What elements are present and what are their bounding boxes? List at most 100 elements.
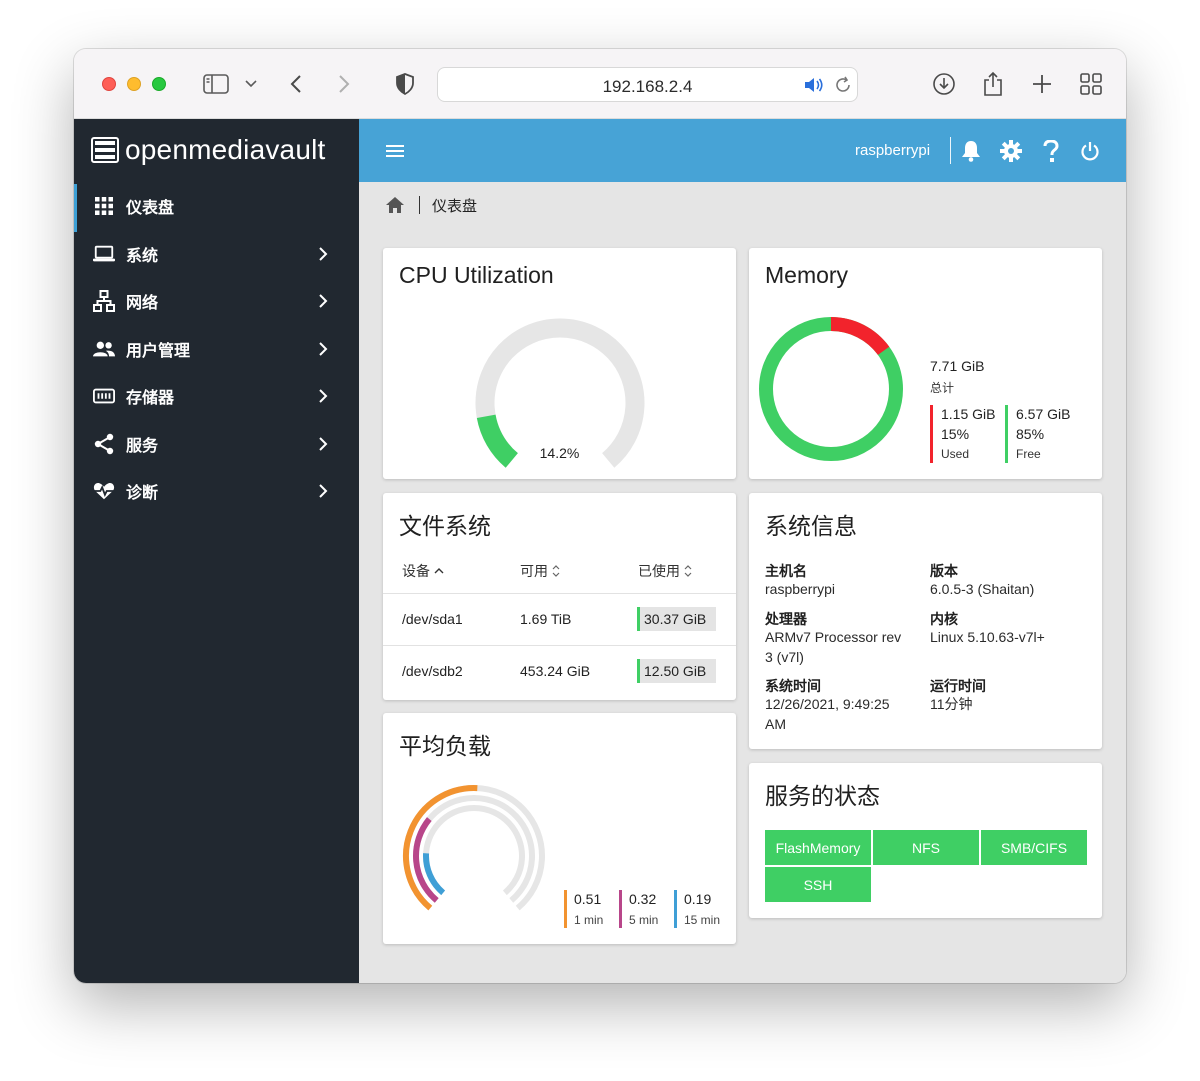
close-window-button[interactable] <box>102 77 116 91</box>
sort-icon <box>552 565 560 577</box>
share-nodes-icon <box>93 433 115 455</box>
sidebar-item-label: 系统 <box>126 248 159 265</box>
menu-icon[interactable] <box>383 139 407 163</box>
sidebar-item-network[interactable]: 网络 <box>74 279 359 323</box>
help-icon[interactable] <box>1039 139 1063 163</box>
system-time-label: 系统时间 <box>765 678 821 694</box>
memory-used-label: Used <box>941 447 970 461</box>
tab-overview-icon[interactable] <box>1079 71 1103 97</box>
table-row[interactable]: /dev/sdb2 453.24 GiB 12.50 GiB <box>383 645 736 697</box>
system-time-line1: 12/26/2021, 9:49:25 <box>765 696 890 712</box>
chevron-right-icon <box>319 342 328 356</box>
breadcrumb-separator <box>419 196 420 214</box>
filesystem-card: 文件系统 设备 可用 已使用 /dev/sda1 1.69 TiB 30.37 … <box>383 493 736 700</box>
download-icon[interactable] <box>931 71 957 97</box>
column-header-used[interactable]: 已使用 <box>638 561 692 581</box>
load-5min-label: 5 min <box>629 913 659 927</box>
bell-icon[interactable] <box>959 139 983 163</box>
top-bar: raspberrypi <box>359 119 1126 182</box>
sort-icon <box>684 565 692 577</box>
chevron-right-icon <box>319 437 328 451</box>
sysinfo-card: 系统信息 主机名 raspberrypi 版本 6.0.5-3 (Shaitan… <box>749 493 1102 749</box>
column-header-available[interactable]: 可用 <box>520 561 560 581</box>
sidebar-item-services[interactable]: 服务 <box>74 422 359 466</box>
storage-icon <box>93 385 115 407</box>
home-icon[interactable] <box>385 196 405 214</box>
forward-icon[interactable] <box>334 71 354 97</box>
version-value: 6.0.5-3 (Shaitan) <box>930 581 1035 597</box>
hostname-label: 主机名 <box>765 563 807 579</box>
service-badge-ssh[interactable]: SSH <box>765 867 871 902</box>
cpu-value-line2: 3 (v7l) <box>765 649 804 665</box>
cpu-percent: 14.2% <box>539 445 580 461</box>
chevron-right-icon <box>319 247 328 261</box>
load-15min-arc-track <box>423 805 525 896</box>
chevron-down-icon[interactable] <box>244 71 258 97</box>
chevron-right-icon <box>319 484 328 498</box>
sidebar-item-diagnostics[interactable]: 诊断 <box>74 469 359 513</box>
uptime-label: 运行时间 <box>930 678 986 694</box>
memory-card: Memory 7.71 GiB 总计 1.15 GiB 15% Used 6.5… <box>749 248 1102 479</box>
sidebar-item-users[interactable]: 用户管理 <box>74 327 359 371</box>
available-cell: 453.24 GiB <box>520 663 591 679</box>
sidebar-item-label: 存储器 <box>126 390 175 407</box>
system-time-line2: AM <box>765 716 786 732</box>
kernel-value: Linux 5.10.63-v7l+ <box>930 629 1045 645</box>
address-bar[interactable]: 192.168.2.4 <box>437 67 858 102</box>
reload-icon[interactable] <box>834 76 852 99</box>
sidebar-item-label: 网络 <box>126 295 159 312</box>
load-15min-value: 0.19 <box>684 891 712 907</box>
logo[interactable]: openmediavault <box>91 133 326 167</box>
card-title: 服务的状态 <box>765 783 880 809</box>
memory-total: 7.71 GiB <box>930 358 985 374</box>
used-cell: 30.37 GiB <box>644 611 707 627</box>
sidebar-toggle-icon[interactable] <box>202 71 230 97</box>
cpu-value-line1: ARMv7 Processor rev <box>765 629 902 645</box>
load-5min-value: 0.32 <box>629 891 657 907</box>
chevron-right-icon <box>319 389 328 403</box>
grid-icon <box>93 195 115 217</box>
sidebar-item-label: 仪表盘 <box>126 200 175 217</box>
load-gauge <box>403 785 545 911</box>
service-badge-flashmemory[interactable]: FlashMemory <box>765 830 871 865</box>
service-badge-smb[interactable]: SMB/CIFS <box>981 830 1087 865</box>
sidebar-item-label: 用户管理 <box>126 343 191 360</box>
zoom-window-button[interactable] <box>152 77 166 91</box>
gear-icon[interactable] <box>999 139 1023 163</box>
column-header-label: 设备 <box>402 563 430 579</box>
back-icon[interactable] <box>286 71 306 97</box>
minimize-window-button[interactable] <box>127 77 141 91</box>
hostname-label[interactable]: raspberrypi <box>855 142 930 159</box>
cpu-label: 处理器 <box>765 611 807 627</box>
sidebar-item-storage[interactable]: 存储器 <box>74 374 359 418</box>
hostname-value: raspberrypi <box>765 581 836 597</box>
usage-bar-fill <box>637 659 640 683</box>
network-icon <box>93 290 115 312</box>
sidebar-item-system[interactable]: 系统 <box>74 232 359 276</box>
service-badge-nfs[interactable]: NFS <box>873 830 979 865</box>
column-header-device[interactable]: 设备 <box>402 561 444 581</box>
breadcrumb-current: 仪表盘 <box>432 197 478 215</box>
logo-text: openmediavault <box>125 134 326 165</box>
memory-free-value: 6.57 GiB <box>1016 406 1071 422</box>
sidebar-item-dashboard[interactable]: 仪表盘 <box>74 184 359 232</box>
load-1min-label: 1 min <box>574 913 604 927</box>
load-5min-legend-bar <box>619 890 622 928</box>
uptime-value: 11分钟 <box>930 696 973 712</box>
card-title: 文件系统 <box>399 513 491 539</box>
power-icon[interactable] <box>1078 139 1102 163</box>
device-cell: /dev/sdb2 <box>402 663 463 679</box>
used-legend-bar <box>930 405 933 463</box>
usage-bar: 12.50 GiB <box>637 659 716 683</box>
usage-bar: 30.37 GiB <box>637 607 716 631</box>
memory-total-label: 总计 <box>930 381 955 395</box>
free-legend-bar <box>1005 405 1008 463</box>
new-tab-icon[interactable] <box>1030 71 1054 97</box>
sidebar-item-label: 服务 <box>126 438 159 455</box>
load-average-card: 平均负载 0.51 1 min 0.32 5 min 0.19 15 min <box>383 713 736 944</box>
table-row[interactable]: /dev/sda1 1.69 TiB 30.37 GiB <box>383 593 736 645</box>
shield-icon[interactable] <box>394 71 416 97</box>
server-icon <box>91 137 119 163</box>
speaker-icon[interactable] <box>804 77 824 98</box>
share-icon[interactable] <box>981 71 1005 97</box>
